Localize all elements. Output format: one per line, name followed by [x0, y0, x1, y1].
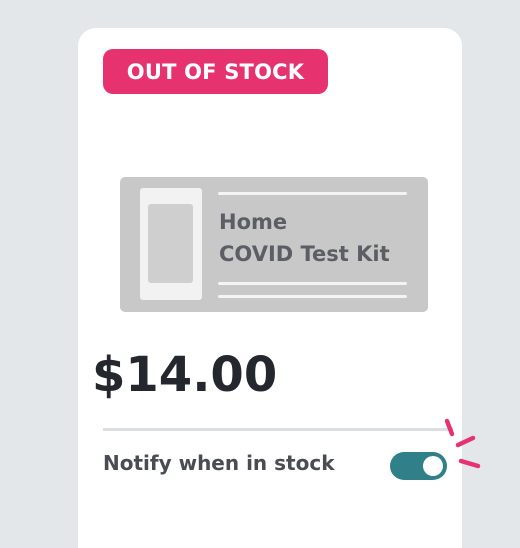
product-image-title: Home COVID Test Kit	[219, 206, 390, 270]
sparkle-icon	[444, 418, 481, 469]
product-image-title-line2: COVID Test Kit	[219, 242, 390, 266]
price: $14.00	[92, 347, 278, 403]
decorative-line	[218, 295, 407, 298]
box-window	[148, 204, 193, 283]
notify-label: Notify when in stock	[103, 451, 335, 475]
divider	[103, 428, 453, 431]
product-image: Home COVID Test Kit	[120, 177, 428, 312]
notify-toggle[interactable]	[390, 452, 447, 480]
decorative-line	[218, 282, 407, 285]
box-side-panel	[140, 188, 202, 300]
product-card: OUT OF STOCK Home COVID Test Kit $14.00 …	[78, 28, 462, 548]
out-of-stock-badge: OUT OF STOCK	[103, 49, 328, 94]
decorative-line	[218, 192, 407, 195]
product-image-title-line1: Home	[219, 210, 288, 234]
